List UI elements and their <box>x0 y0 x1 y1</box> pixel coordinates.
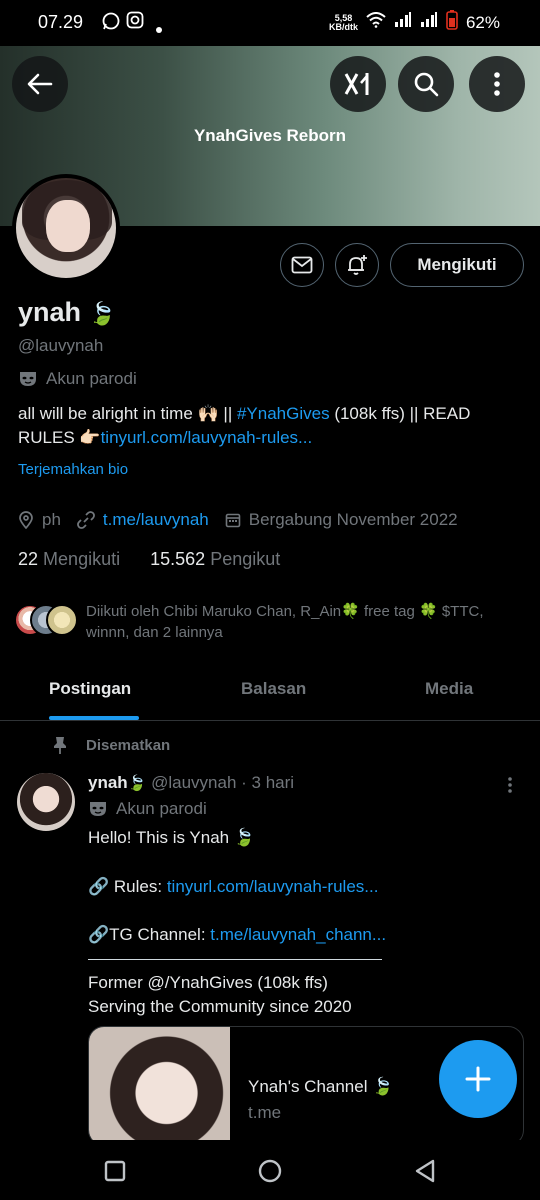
more-vertical-icon <box>508 777 512 793</box>
more-button[interactable] <box>469 56 525 112</box>
home-icon <box>258 1159 282 1183</box>
post-line-rules: 🔗 Rules: tinyurl.com/lauvynah-rules... <box>88 877 379 896</box>
profile-name: ynah 🍃 <box>18 297 116 327</box>
whatsapp-icon <box>101 11 121 36</box>
signal-icon-1 <box>394 12 412 33</box>
post-author-avatar[interactable] <box>17 773 75 831</box>
notify-button[interactable] <box>335 243 379 287</box>
battery-icon <box>446 10 458 35</box>
profile-handle: @lauvynah <box>18 336 104 355</box>
back-triangle-icon <box>415 1159 435 1183</box>
pin-icon <box>54 737 66 754</box>
instagram-icon <box>126 11 144 34</box>
link-preview-title: Ynah's Channel 🍃 <box>248 1077 394 1096</box>
post-author-handle[interactable]: @lauvynah <box>151 773 236 792</box>
more-vertical-icon <box>494 72 500 96</box>
joined-date: Bergabung November 2022 <box>248 510 458 529</box>
status-time: 07.29 <box>38 12 84 32</box>
profile-meta: ph t.me/lauvynah Bergabung November 2022 <box>18 510 458 530</box>
bio-hashtag[interactable]: #YnahGives <box>237 404 330 423</box>
leaf-icon: 🍃 <box>88 301 116 326</box>
bio-link[interactable]: tinyurl.com/lauvynah-rules... <box>101 428 313 447</box>
back-button[interactable] <box>12 56 68 112</box>
link-preview-url: t.me <box>248 1103 282 1122</box>
post-line-former: Former @/YnahGives (108k ffs) <box>88 973 328 992</box>
link-icon <box>77 511 95 529</box>
rules-link[interactable]: tinyurl.com/lauvynah-rules... <box>167 877 379 896</box>
profile-avatar[interactable] <box>12 174 120 282</box>
followers-count-link[interactable]: 15.562 Pengikut <box>150 549 280 569</box>
bell-plus-icon <box>348 255 367 275</box>
pinned-indicator: Disematkan <box>52 736 170 754</box>
post-more-button[interactable] <box>506 776 514 799</box>
search-icon <box>414 72 439 97</box>
link-preview-image <box>89 1027 230 1145</box>
post-parody-label: Akun parodi <box>88 799 207 819</box>
tab-media[interactable]: Media <box>425 679 473 699</box>
battery-percent: 62% <box>465 12 500 32</box>
post-time: · 3 hari <box>241 773 295 792</box>
post-line-serving: Serving the Community since 2020 <box>88 997 352 1016</box>
post-header: ynah🍃 @lauvynah · 3 hari <box>88 773 294 793</box>
parody-label: Akun parodi <box>18 369 137 389</box>
banner-title: YnahGives Reborn <box>193 126 347 145</box>
mask-icon <box>90 802 106 816</box>
grok-icon <box>344 73 369 95</box>
signal-icon-2 <box>420 12 438 33</box>
compose-button[interactable] <box>439 1040 517 1118</box>
leaf-icon: 🍃 <box>127 775 147 792</box>
post-line-hello: Hello! This is Ynah 🍃 <box>88 828 256 847</box>
tabs-divider <box>0 720 540 721</box>
calendar-icon <box>225 512 241 528</box>
tab-posts[interactable]: Postingan <box>49 679 131 699</box>
message-button[interactable] <box>280 243 324 287</box>
wifi-icon <box>366 12 386 33</box>
location-icon <box>18 511 34 529</box>
following-button[interactable]: Mengikuti <box>390 243 524 287</box>
mutual-followers-avatars <box>14 604 80 638</box>
location-text: ph <box>42 510 61 529</box>
back-arrow-icon <box>27 73 53 95</box>
plus-icon <box>465 1066 491 1092</box>
following-count-link[interactable]: 22 Mengikuti <box>18 549 120 569</box>
mask-icon <box>20 372 36 386</box>
translate-bio-link[interactable]: Terjemahkan bio <box>18 461 128 478</box>
post-author-name[interactable]: ynah <box>88 773 128 792</box>
tg-channel-link[interactable]: t.me/lauvynah_chann... <box>210 925 386 944</box>
follow-counts: 22 Mengikuti 15.562 Pengikut <box>18 549 280 570</box>
recents-icon <box>104 1160 126 1182</box>
followed-by-text[interactable]: Diikuti oleh Chibi Maruko Chan, R_Ain🍀 f… <box>86 601 526 643</box>
search-button[interactable] <box>398 56 454 112</box>
post-separator-line <box>88 959 382 960</box>
recents-button[interactable] <box>104 1160 126 1187</box>
profile-bio: all will be alright in time 🙌🏻 || #YnahG… <box>18 404 471 447</box>
system-nav-bar <box>0 1140 540 1200</box>
status-bar: 07.29 5,58 KB/dtk 62% <box>0 0 540 46</box>
notification-dot-icon <box>156 18 162 38</box>
net-speed: 5,58 KB/dtk <box>328 12 358 32</box>
home-button[interactable] <box>257 1158 283 1189</box>
website-link[interactable]: t.me/lauvynah <box>103 510 209 530</box>
envelope-icon <box>291 256 313 274</box>
back-nav-button[interactable] <box>414 1159 436 1188</box>
tab-replies[interactable]: Balasan <box>241 679 306 699</box>
grok-button[interactable] <box>330 56 386 112</box>
post-line-tg: 🔗TG Channel: t.me/lauvynah_chann... <box>88 925 387 944</box>
